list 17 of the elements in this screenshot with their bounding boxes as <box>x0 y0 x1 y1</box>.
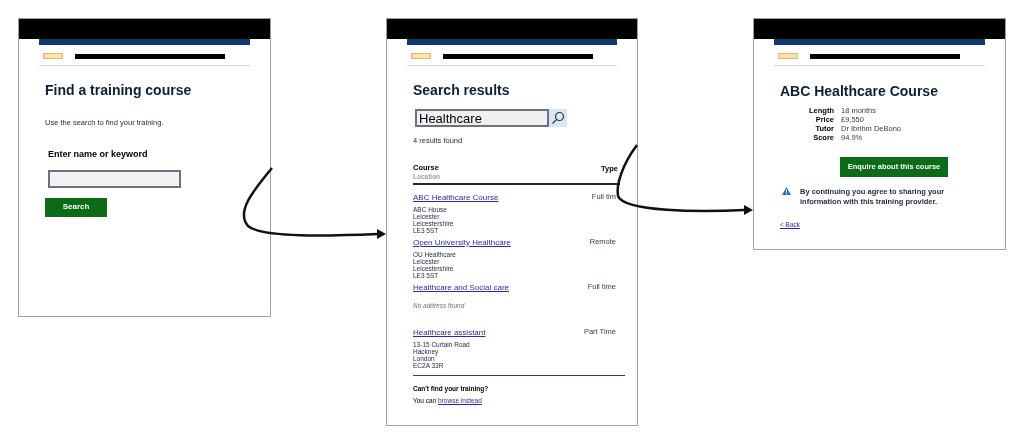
course-link[interactable]: Healthcare assistant <box>413 327 486 338</box>
field-label: Enter name or keyword <box>48 148 149 162</box>
search-icon <box>551 111 565 125</box>
page-title: Search results <box>413 83 511 97</box>
course-link[interactable]: ABC Healthcare Course <box>413 192 499 203</box>
page-title: ABC Healthcare Course <box>780 84 939 98</box>
logo-mark <box>411 53 431 59</box>
course-link[interactable]: Healthcare and Social care <box>413 282 510 293</box>
input-field[interactable] <box>48 169 181 188</box>
logo-mark <box>778 53 798 59</box>
search-button[interactable]: Search <box>45 197 107 217</box>
page-title: Find a training course <box>45 83 193 97</box>
course-link[interactable]: Open University Healthcare <box>413 237 511 248</box>
warning-icon <box>782 187 791 195</box>
search-field[interactable]: Healthcare <box>415 109 549 127</box>
logo-mark <box>43 53 63 59</box>
search-button[interactable] <box>549 109 567 127</box>
